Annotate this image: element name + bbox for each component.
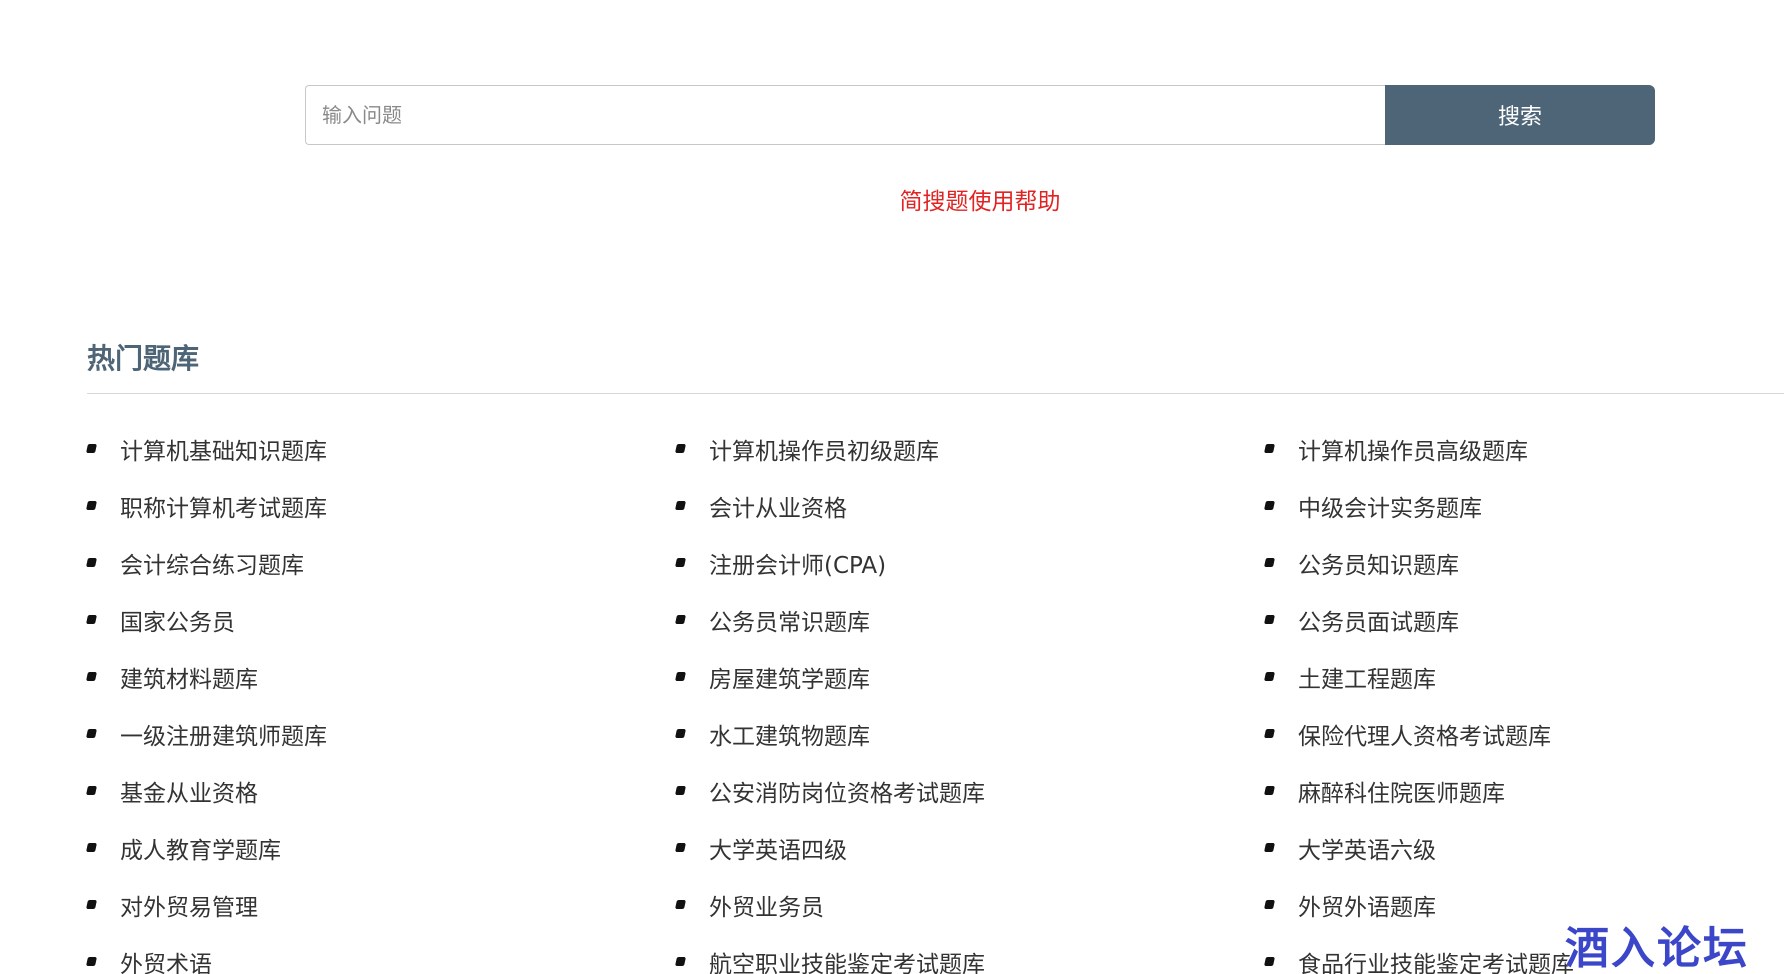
bullet-icon (1264, 843, 1275, 852)
search-bar: 搜索 (305, 85, 1655, 145)
question-bank-link[interactable]: 国家公务员 (120, 603, 235, 637)
bullet-icon (86, 843, 97, 852)
bullet-icon (1264, 957, 1275, 966)
question-bank-link[interactable]: 注册会计师(CPA) (709, 546, 886, 580)
bullet-icon (675, 729, 686, 738)
list-item: 水工建筑物题库 (675, 705, 1265, 762)
question-bank-link[interactable]: 水工建筑物题库 (709, 717, 870, 751)
list-item: 大学英语六级 (1264, 819, 1784, 876)
question-bank-link[interactable]: 麻醉科住院医师题库 (1298, 774, 1505, 808)
list-item: 国家公务员 (86, 591, 676, 648)
bullet-icon (86, 729, 97, 738)
question-bank-link[interactable]: 外贸业务员 (709, 888, 824, 922)
question-bank-link[interactable]: 公安消防岗位资格考试题库 (709, 774, 985, 808)
bullet-icon (86, 900, 97, 909)
list-item: 公务员知识题库 (1264, 534, 1784, 591)
question-bank-link[interactable]: 会计综合练习题库 (120, 546, 304, 580)
question-bank-link[interactable]: 土建工程题库 (1298, 660, 1436, 694)
bullet-icon (86, 672, 97, 681)
bullet-icon (86, 615, 97, 624)
watermark-logo: 酒入论坛 (1565, 923, 1749, 974)
bullet-icon (86, 444, 97, 453)
bullet-icon (1264, 558, 1275, 567)
list-item: 土建工程题库 (1264, 648, 1784, 705)
question-bank-link[interactable]: 职称计算机考试题库 (120, 489, 327, 523)
search-button[interactable]: 搜索 (1385, 85, 1655, 145)
question-bank-link[interactable]: 大学英语四级 (709, 831, 847, 865)
bullet-icon (1264, 786, 1275, 795)
list-item: 外贸业务员 (675, 876, 1265, 933)
list-item: 职称计算机考试题库 (86, 477, 676, 534)
list-item: 计算机基础知识题库 (86, 420, 676, 477)
bullet-icon (1264, 672, 1275, 681)
question-bank-link[interactable]: 保险代理人资格考试题库 (1298, 717, 1551, 751)
question-bank-link[interactable]: 一级注册建筑师题库 (120, 717, 327, 751)
section-divider (87, 393, 1784, 394)
question-bank-link[interactable]: 外贸外语题库 (1298, 888, 1436, 922)
section-title: 热门题库 (87, 342, 200, 375)
list-item: 对外贸易管理 (86, 876, 676, 933)
question-bank-link[interactable]: 对外贸易管理 (120, 888, 258, 922)
list-item: 中级会计实务题库 (1264, 477, 1784, 534)
list-item: 房屋建筑学题库 (675, 648, 1265, 705)
help-link[interactable]: 简搜题使用帮助 (900, 189, 1061, 215)
question-bank-link[interactable]: 外贸术语 (120, 945, 212, 974)
question-bank-link[interactable]: 航空职业技能鉴定考试题库 (709, 945, 985, 974)
list-item: 外贸术语 (86, 933, 676, 974)
bullet-icon (675, 558, 686, 567)
bullet-icon (675, 843, 686, 852)
bullet-icon (1264, 615, 1275, 624)
bullet-icon (675, 900, 686, 909)
bullet-icon (1264, 729, 1275, 738)
question-bank-link[interactable]: 基金从业资格 (120, 774, 258, 808)
list-item: 计算机操作员高级题库 (1264, 420, 1784, 477)
question-bank-link[interactable]: 房屋建筑学题库 (709, 660, 870, 694)
question-bank-link[interactable]: 计算机基础知识题库 (120, 432, 327, 466)
page: 搜索 简搜题使用帮助 热门题库 计算机基础知识题库 计算机操作员初级题库 计算机操作… (0, 0, 1784, 974)
list-item: 一级注册建筑师题库 (86, 705, 676, 762)
question-bank-link[interactable]: 成人教育学题库 (120, 831, 281, 865)
list-item: 注册会计师(CPA) (675, 534, 1265, 591)
search-input[interactable] (305, 85, 1385, 145)
bullet-icon (86, 558, 97, 567)
list-item: 公务员常识题库 (675, 591, 1265, 648)
question-bank-link[interactable]: 公务员知识题库 (1298, 546, 1459, 580)
list-item: 麻醉科住院医师题库 (1264, 762, 1784, 819)
bullet-icon (675, 672, 686, 681)
question-bank-link[interactable]: 中级会计实务题库 (1298, 489, 1482, 523)
question-bank-link[interactable]: 公务员面试题库 (1298, 603, 1459, 637)
list-item: 公务员面试题库 (1264, 591, 1784, 648)
bullet-icon (86, 786, 97, 795)
bullet-icon (86, 957, 97, 966)
bullet-icon (1264, 501, 1275, 510)
question-bank-link[interactable]: 公务员常识题库 (709, 603, 870, 637)
question-bank-list: 计算机基础知识题库 计算机操作员初级题库 计算机操作员高级题库 职称计算机考试题库 会计… (86, 420, 1784, 974)
bullet-icon (675, 957, 686, 966)
list-item: 成人教育学题库 (86, 819, 676, 876)
bullet-icon (675, 786, 686, 795)
bullet-icon (675, 444, 686, 453)
help-link-container: 简搜题使用帮助 (0, 182, 1784, 216)
question-bank-link[interactable]: 计算机操作员高级题库 (1298, 432, 1528, 466)
question-bank-link[interactable]: 会计从业资格 (709, 489, 847, 523)
list-item: 会计综合练习题库 (86, 534, 676, 591)
list-item: 保险代理人资格考试题库 (1264, 705, 1784, 762)
bullet-icon (1264, 900, 1275, 909)
bullet-icon (1264, 444, 1275, 453)
question-bank-link[interactable]: 计算机操作员初级题库 (709, 432, 939, 466)
list-item: 基金从业资格 (86, 762, 676, 819)
question-bank-link[interactable]: 食品行业技能鉴定考试题库 (1298, 945, 1574, 974)
list-item: 建筑材料题库 (86, 648, 676, 705)
question-bank-link[interactable]: 建筑材料题库 (120, 660, 258, 694)
question-bank-link[interactable]: 大学英语六级 (1298, 831, 1436, 865)
list-item: 计算机操作员初级题库 (675, 420, 1265, 477)
list-item: 会计从业资格 (675, 477, 1265, 534)
bullet-icon (675, 615, 686, 624)
list-item: 公安消防岗位资格考试题库 (675, 762, 1265, 819)
list-item: 大学英语四级 (675, 819, 1265, 876)
bullet-icon (86, 501, 97, 510)
list-item: 航空职业技能鉴定考试题库 (675, 933, 1265, 974)
bullet-icon (675, 501, 686, 510)
